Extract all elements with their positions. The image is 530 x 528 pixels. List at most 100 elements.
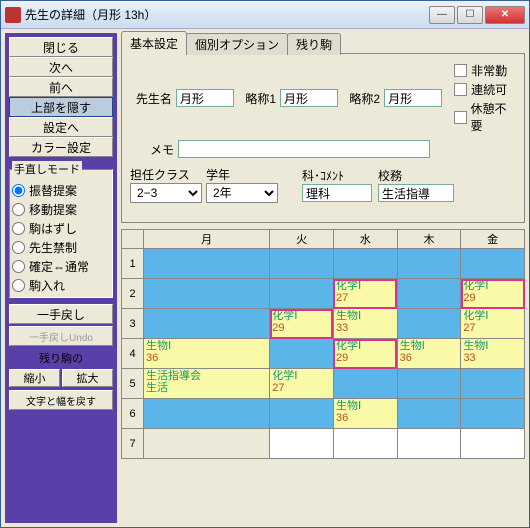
subject-input[interactable] — [302, 184, 372, 202]
nobreak-checkbox[interactable] — [454, 111, 466, 124]
parttime-label: 非常勤 — [471, 62, 507, 79]
period-header: 3 — [122, 309, 144, 339]
period-header: 1 — [122, 249, 144, 279]
name-input[interactable] — [176, 89, 234, 107]
consecutive-label: 連続可 — [471, 81, 507, 98]
maximize-button[interactable]: ☐ — [457, 6, 483, 24]
timetable-cell[interactable] — [397, 399, 461, 429]
timetable-cell[interactable] — [144, 309, 270, 339]
timetable-cell[interactable] — [397, 249, 461, 279]
timetable-cell[interactable]: 生活指導会生活 — [144, 369, 270, 399]
timetable-cell[interactable] — [397, 309, 461, 339]
app-icon — [5, 7, 21, 23]
zoom-out-button[interactable]: 縮小 — [9, 369, 60, 387]
redo-button[interactable]: 一手戻しUndo — [9, 326, 113, 346]
sidebar-button-3[interactable]: 上部を隠す — [9, 97, 113, 117]
edit-mode-group: 手直しモード 振替提案移動提案駒はずし先生禁制確定⇔通常駒入れ — [9, 161, 113, 298]
tab-strip: 基本設定個別オプション残り駒 — [121, 33, 525, 53]
sidebar-button-1[interactable]: 次へ — [9, 57, 113, 77]
grade-select[interactable]: 2年 — [206, 183, 278, 203]
sidebar-button-4[interactable]: 設定へ — [9, 117, 113, 137]
subject-label: 科･ｺﾒﾝﾄ — [302, 167, 374, 184]
timetable-cell[interactable] — [461, 369, 525, 399]
timetable-cell[interactable] — [144, 399, 270, 429]
sidebar-button-5[interactable]: カラー設定 — [9, 137, 113, 157]
timetable-cell[interactable] — [270, 429, 334, 459]
abbr1-input[interactable] — [280, 89, 338, 107]
tab-1[interactable]: 個別オプション — [186, 33, 288, 55]
timetable-cell[interactable] — [270, 279, 334, 309]
timetable-cell[interactable]: 生物Ⅰ33 — [333, 309, 397, 339]
timetable-cell[interactable]: 生物Ⅰ36 — [333, 399, 397, 429]
main-area: 基本設定個別オプション残り駒 先生名 略称1 略称2 非常勤 連続可 休憩不要 … — [121, 33, 525, 523]
sidebar-button-2[interactable]: 前へ — [9, 77, 113, 97]
abbr2-label: 略称2 — [342, 90, 380, 107]
titlebar: 先生の詳細（月形 13h） — ☐ ✕ — [1, 1, 529, 29]
day-header: 金 — [461, 230, 525, 249]
window-title: 先生の詳細（月形 13h） — [25, 6, 429, 23]
timetable-cell[interactable] — [461, 399, 525, 429]
name-label: 先生名 — [130, 90, 172, 107]
duty-input[interactable] — [378, 184, 454, 202]
timetable-cell[interactable]: 化学Ⅰ29 — [333, 339, 397, 369]
timetable-cell[interactable] — [270, 339, 334, 369]
tab-pane-basic: 先生名 略称1 略称2 非常勤 連続可 休憩不要 メモ 担任クラス 2−3 学年… — [121, 53, 525, 223]
close-button[interactable]: ✕ — [485, 6, 525, 24]
day-header: 火 — [270, 230, 334, 249]
minimize-button[interactable]: — — [429, 6, 455, 24]
period-header: 6 — [122, 399, 144, 429]
period-header: 5 — [122, 369, 144, 399]
timetable-cell[interactable] — [333, 249, 397, 279]
reset-size-button[interactable]: 文字と幅を戻す — [9, 390, 113, 410]
timetable-cell[interactable] — [270, 399, 334, 429]
edit-mode-radio-3[interactable]: 先生禁制 — [12, 238, 110, 257]
timetable-cell[interactable]: 化学Ⅰ29 — [270, 309, 334, 339]
undo-button[interactable]: 一手戻し — [9, 304, 113, 324]
nobreak-label: 休憩不要 — [471, 100, 517, 134]
memo-input[interactable] — [178, 140, 430, 158]
timetable-cell[interactable]: 化学Ⅰ27 — [461, 309, 525, 339]
timetable-cell[interactable] — [144, 429, 270, 459]
remaining-label: 残り駒の — [9, 350, 113, 366]
timetable-cell[interactable] — [333, 369, 397, 399]
timetable-cell[interactable]: 化学Ⅰ29 — [461, 279, 525, 309]
class-select[interactable]: 2−3 — [130, 183, 202, 203]
tab-2[interactable]: 残り駒 — [287, 33, 341, 55]
edit-mode-radio-2[interactable]: 駒はずし — [12, 219, 110, 238]
tab-0[interactable]: 基本設定 — [121, 31, 187, 54]
window: 先生の詳細（月形 13h） — ☐ ✕ 閉じる次へ前へ上部を隠す設定へカラー設定… — [0, 0, 530, 528]
timetable-cell[interactable] — [461, 249, 525, 279]
timetable-cell[interactable] — [333, 429, 397, 459]
day-header: 水 — [333, 230, 397, 249]
consecutive-checkbox[interactable] — [454, 83, 467, 96]
sidebar-button-0[interactable]: 閉じる — [9, 37, 113, 57]
timetable-cell[interactable] — [270, 249, 334, 279]
grade-label: 学年 — [206, 166, 278, 183]
parttime-checkbox[interactable] — [454, 64, 467, 77]
timetable-cell[interactable]: 化学Ⅰ27 — [270, 369, 334, 399]
timetable-cell[interactable]: 生物Ⅰ36 — [397, 339, 461, 369]
edit-mode-radio-4[interactable]: 確定⇔通常 — [12, 257, 110, 276]
timetable-cell[interactable] — [397, 369, 461, 399]
edit-mode-radio-1[interactable]: 移動提案 — [12, 200, 110, 219]
period-header: 7 — [122, 429, 144, 459]
timetable-cell[interactable] — [461, 429, 525, 459]
timetable-cell[interactable] — [397, 429, 461, 459]
period-header: 2 — [122, 279, 144, 309]
day-header: 月 — [144, 230, 270, 249]
duty-label: 校務 — [378, 167, 456, 184]
timetable-cell[interactable]: 化学Ⅰ27 — [333, 279, 397, 309]
day-header: 木 — [397, 230, 461, 249]
timetable-cell[interactable] — [397, 279, 461, 309]
timetable-cell[interactable]: 生物Ⅰ36 — [144, 339, 270, 369]
edit-mode-radio-0[interactable]: 振替提案 — [12, 181, 110, 200]
timetable-cell[interactable] — [144, 249, 270, 279]
edit-mode-legend: 手直しモード — [12, 161, 82, 177]
timetable-cell[interactable] — [144, 279, 270, 309]
timetable-cell[interactable]: 生物Ⅰ33 — [461, 339, 525, 369]
abbr2-input[interactable] — [384, 89, 442, 107]
timetable-grid[interactable]: 月火水木金12化学Ⅰ27化学Ⅰ293化学Ⅰ29生物Ⅰ33化学Ⅰ274生物Ⅰ36化… — [121, 229, 525, 459]
zoom-in-button[interactable]: 拡大 — [62, 369, 113, 387]
edit-mode-radio-5[interactable]: 駒入れ — [12, 276, 110, 295]
timetable-area: 月火水木金12化学Ⅰ27化学Ⅰ293化学Ⅰ29生物Ⅰ33化学Ⅰ274生物Ⅰ36化… — [121, 223, 525, 523]
